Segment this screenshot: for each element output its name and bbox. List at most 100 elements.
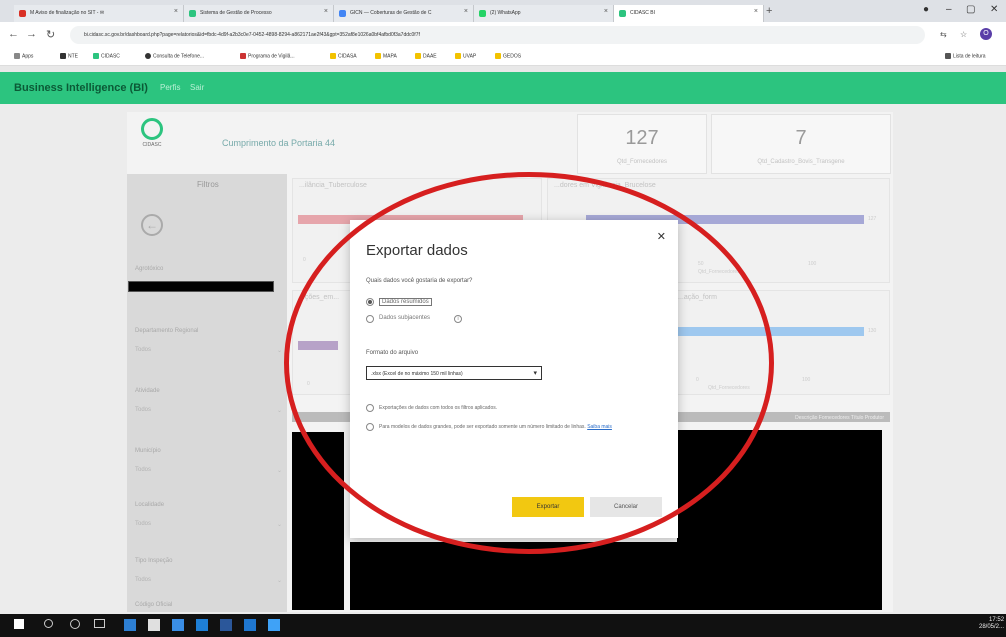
option-label[interactable]: Dados resumidos	[379, 298, 432, 306]
profiles-link[interactable]: Perfis	[160, 83, 180, 92]
filter-label: Município	[135, 448, 161, 454]
filter-label: Localidade	[135, 502, 165, 508]
bookmark-item[interactable]: Programa de Vigilâ...	[240, 53, 295, 59]
chevron-down-icon[interactable]: ⌄	[277, 407, 282, 414]
browser-tab[interactable]: (2) WhatsApp ×	[474, 5, 614, 22]
report-title: Cumprimento da Portaria 44	[222, 138, 336, 148]
close-icon[interactable]: ✕	[657, 230, 666, 243]
forward-arrow-icon[interactable]: →	[26, 28, 37, 40]
radio-summarized[interactable]	[366, 298, 374, 306]
tick-label: 0	[696, 377, 699, 383]
back-arrow-icon[interactable]: ←	[8, 28, 19, 40]
filter-value[interactable]: Todos	[135, 577, 151, 583]
bookmark-item[interactable]: Consulta de Telefone...	[145, 53, 204, 59]
filter-value[interactable]: Todos	[135, 467, 151, 473]
bookmark-folder[interactable]: MAPA	[375, 53, 397, 59]
task-view-icon[interactable]	[94, 619, 105, 628]
export-data-dialog: Exportar dados ✕ Quais dados você gostar…	[350, 220, 678, 538]
tab-favicon-icon	[19, 10, 26, 17]
word-icon[interactable]	[220, 619, 232, 631]
window-close-icon[interactable]: ✕	[990, 4, 998, 15]
reading-list[interactable]: Lista de leitura	[945, 53, 986, 59]
dialog-title: Exportar dados	[366, 242, 468, 259]
taskbar-app-icon[interactable]	[148, 619, 160, 631]
browser-tab-active[interactable]: CIDASC BI ×	[614, 5, 764, 22]
axis-title: Qtd_Fornecedores	[698, 269, 740, 275]
bookmark-folder[interactable]: UVAP	[455, 53, 476, 59]
chevron-down-icon[interactable]: ⌄	[277, 467, 282, 474]
bookmark-folder[interactable]: GEDOS	[495, 53, 521, 59]
kpi-value: 7	[795, 127, 807, 149]
profile-avatar[interactable]: O	[980, 28, 992, 40]
tick-label: 100	[802, 377, 811, 383]
url-input[interactable]: bi.cidasc.sc.gov.br/dashboard.php?page=r…	[70, 26, 925, 44]
black-visual	[350, 542, 680, 610]
filter-label: Atividade	[135, 388, 160, 394]
reload-icon[interactable]: ↻	[46, 28, 55, 41]
back-arrow-icon[interactable]: ←	[141, 214, 163, 236]
option-label[interactable]: Dados subjacentes	[379, 315, 430, 321]
close-icon[interactable]: ×	[754, 8, 758, 15]
cortana-icon[interactable]	[70, 619, 80, 629]
logout-link[interactable]: Sair	[190, 83, 204, 92]
cancel-button[interactable]: Cancelar	[590, 497, 662, 517]
windows-taskbar: 17:52 28/05/2...	[0, 614, 1006, 637]
bookmark-icon	[240, 53, 246, 59]
filter-dropdown[interactable]	[128, 281, 274, 292]
taskbar-app-icon[interactable]	[244, 619, 256, 631]
kpi-label: Qtd_Fornecedores	[616, 159, 668, 165]
format-select[interactable]: .xlsx (Excel de no máximo 150 mil linhas…	[366, 366, 542, 380]
tab-favicon-icon	[339, 10, 346, 17]
filter-label: Tipo Inspeção	[135, 558, 173, 564]
taskbar-app-icon[interactable]	[172, 619, 184, 631]
panel-title: ...dores em Vigilância_Brucelose	[554, 182, 656, 189]
bookmark-item[interactable]: CIDASC	[93, 53, 120, 59]
filter-label: Agrotóxico	[135, 266, 164, 272]
bookmark-folder[interactable]: CIDASA	[330, 53, 357, 59]
new-tab-icon[interactable]: +	[766, 5, 772, 17]
search-icon[interactable]	[44, 619, 53, 628]
taskbar-app-icon[interactable]	[124, 619, 136, 631]
tick-label: 100	[808, 261, 817, 267]
star-icon[interactable]: ☆	[960, 30, 967, 39]
bookmark-folder[interactable]: DAAE	[415, 53, 437, 59]
close-icon[interactable]: ×	[464, 8, 468, 15]
bookmark-item[interactable]: NTE	[60, 53, 78, 59]
filter-label: Departamento Regional	[135, 328, 199, 334]
taskbar-app-icon[interactable]	[268, 619, 280, 631]
folder-icon	[455, 53, 461, 59]
filter-value[interactable]: Todos	[135, 347, 151, 353]
tab-label: CIDASC BI	[630, 10, 656, 16]
radio-underlying[interactable]	[366, 315, 374, 323]
bookmarks-bar: Apps NTE CIDASC Consulta de Telefone... …	[0, 48, 1006, 66]
tab-label: Sistema de Gestão de Processo	[200, 10, 272, 16]
info-icon[interactable]: i	[454, 315, 462, 323]
export-button[interactable]: Exportar	[512, 497, 584, 517]
browser-tab[interactable]: M Aviso de finalização no SIT - ✉ ×	[14, 5, 184, 22]
close-icon[interactable]: ×	[174, 8, 178, 15]
kpi-label: Qtd_Cadastro_Bovis_Transgene	[757, 159, 845, 165]
dialog-question: Quais dados você gostaria de exportar?	[366, 278, 473, 284]
record-icon[interactable]: ●	[923, 4, 929, 15]
chevron-down-icon[interactable]: ⌄	[277, 577, 282, 584]
chevron-down-icon[interactable]: ⌄	[277, 521, 282, 528]
filter-value[interactable]: Todos	[135, 521, 151, 527]
windows-start-icon[interactable]	[14, 619, 24, 629]
clock[interactable]: 17:52 28/05/2...	[979, 617, 1004, 631]
reading-list-icon	[945, 53, 951, 59]
filter-label: Código Oficial	[135, 602, 173, 608]
browser-tab[interactable]: GICN — Coberturas de Gestão de C ×	[334, 5, 474, 22]
chevron-down-icon[interactable]: ⌄	[277, 347, 282, 354]
translate-icon[interactable]: ⇆	[940, 30, 947, 39]
close-icon[interactable]: ×	[324, 8, 328, 15]
panel-title: ...ilância_Tuberculose	[299, 182, 367, 189]
maximize-icon[interactable]: ▢	[966, 4, 975, 15]
learn-more-link[interactable]: Saiba mais	[587, 424, 612, 430]
bookmark-apps[interactable]: Apps	[14, 53, 33, 59]
close-icon[interactable]: ×	[604, 8, 608, 15]
filter-value[interactable]: Todos	[135, 407, 151, 413]
minimize-icon[interactable]: –	[946, 4, 952, 15]
taskbar-app-icon[interactable]	[196, 619, 208, 631]
tick-label: 0	[303, 257, 306, 263]
browser-tab[interactable]: Sistema de Gestão de Processo ×	[184, 5, 334, 22]
